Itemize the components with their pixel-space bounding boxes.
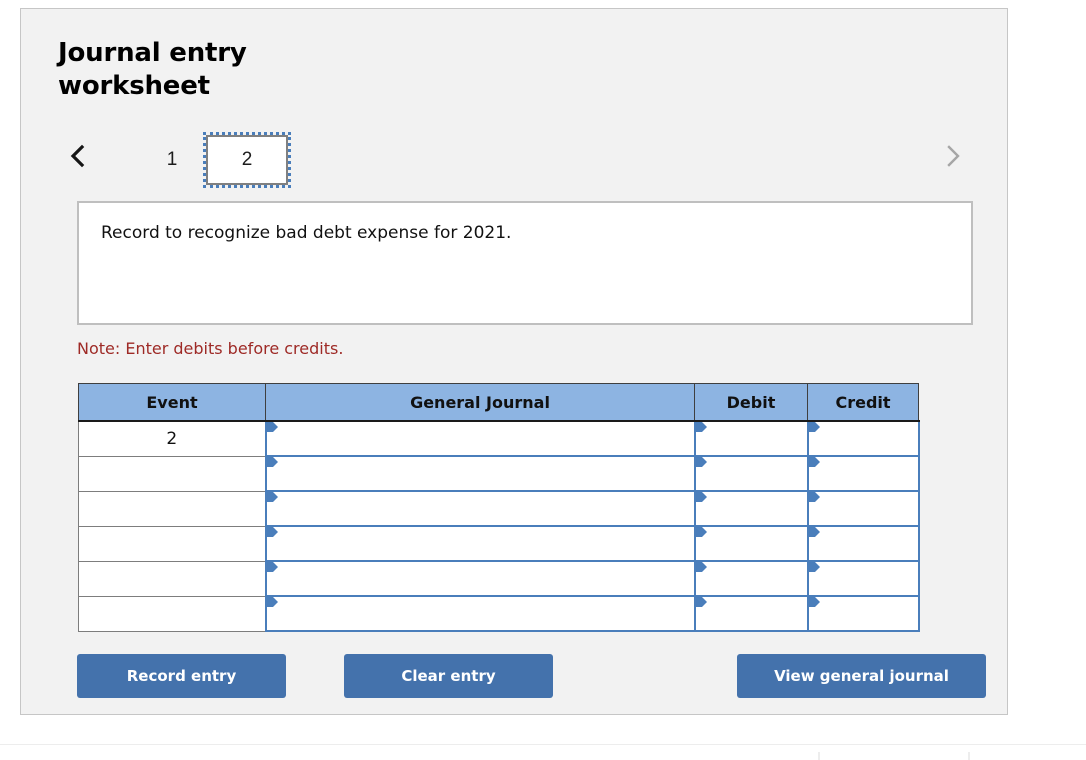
next-page-button[interactable] (933, 129, 973, 185)
dropdown-triangle-icon (695, 597, 708, 608)
cell-event (78, 490, 266, 527)
dropdown-triangle-icon (266, 562, 279, 573)
footer-tick-mark (968, 752, 970, 760)
column-header-credit: Credit (807, 383, 919, 422)
cell-credit-input[interactable] (806, 525, 920, 562)
tab-worksheet-2-label: 2 (241, 149, 253, 170)
table-row (78, 490, 920, 527)
dropdown-triangle-icon (695, 422, 708, 433)
dropdown-triangle-icon (695, 492, 708, 503)
cell-general-journal-select[interactable] (264, 560, 696, 597)
table-row: 2 (78, 420, 920, 457)
table-row (78, 455, 920, 492)
cell-event (78, 560, 266, 597)
column-header-event: Event (78, 383, 266, 422)
cell-debit-input[interactable] (693, 560, 809, 597)
cell-debit-input[interactable] (693, 490, 809, 527)
cell-debit-input[interactable] (693, 420, 809, 457)
dropdown-triangle-icon (808, 562, 821, 573)
cell-credit-input[interactable] (806, 420, 920, 457)
column-header-debit: Debit (694, 383, 808, 422)
worksheet-pager: 1 2 (58, 129, 973, 189)
cell-credit-input[interactable] (806, 595, 920, 632)
dropdown-triangle-icon (808, 422, 821, 433)
transaction-description-text: Record to recognize bad debt expense for… (101, 223, 512, 243)
chevron-left-icon (67, 143, 89, 172)
dropdown-triangle-icon (695, 527, 708, 538)
dropdown-triangle-icon (266, 597, 279, 608)
cell-general-journal-select[interactable] (264, 595, 696, 632)
view-general-journal-button[interactable]: View general journal (737, 654, 986, 698)
cell-credit-input[interactable] (806, 455, 920, 492)
cell-event (78, 595, 266, 632)
clear-entry-button[interactable]: Clear entry (344, 654, 553, 698)
column-header-general-journal: General Journal (265, 383, 695, 422)
cell-general-journal-select[interactable] (264, 490, 696, 527)
dropdown-triangle-icon (266, 422, 279, 433)
cell-debit-input[interactable] (693, 525, 809, 562)
page-title: Journal entry worksheet (58, 38, 247, 101)
dropdown-triangle-icon (266, 492, 279, 503)
cell-general-journal-select[interactable] (264, 420, 696, 457)
tab-worksheet-1-label: 1 (166, 149, 178, 170)
footer-tick-mark (818, 752, 820, 760)
dropdown-triangle-icon (266, 527, 279, 538)
record-entry-button[interactable]: Record entry (77, 654, 286, 698)
cell-credit-input[interactable] (806, 560, 920, 597)
journal-entry-table: Event General Journal Debit Credit 2 (78, 383, 920, 632)
cell-credit-input[interactable] (806, 490, 920, 527)
dropdown-triangle-icon (808, 457, 821, 468)
dropdown-triangle-icon (266, 457, 279, 468)
cell-event (78, 525, 266, 562)
dropdown-triangle-icon (695, 562, 708, 573)
tab-worksheet-1[interactable]: 1 (144, 135, 200, 185)
journal-table-head: Event General Journal Debit Credit (78, 383, 919, 422)
dropdown-triangle-icon (808, 492, 821, 503)
previous-page-button[interactable] (58, 129, 98, 185)
tab-worksheet-2[interactable]: 2 (203, 132, 291, 188)
dropdown-triangle-icon (808, 527, 821, 538)
dropdown-triangle-icon (808, 597, 821, 608)
cell-general-journal-select[interactable] (264, 525, 696, 562)
footer-divider (0, 744, 1086, 745)
chevron-right-icon (942, 143, 964, 172)
journal-table-body: 2 (78, 420, 920, 632)
cell-event: 2 (78, 420, 266, 457)
journal-table-header-row: Event General Journal Debit Credit (78, 383, 919, 422)
table-row (78, 525, 920, 562)
table-row (78, 595, 920, 632)
cell-debit-input[interactable] (693, 455, 809, 492)
debits-before-credits-note: Note: Enter debits before credits. (77, 339, 344, 358)
cell-debit-input[interactable] (693, 595, 809, 632)
cell-general-journal-select[interactable] (264, 455, 696, 492)
journal-entry-panel: Journal entry worksheet 1 2 Record to re… (20, 8, 1008, 715)
cell-event (78, 455, 266, 492)
table-row (78, 560, 920, 597)
dropdown-triangle-icon (695, 457, 708, 468)
transaction-description-box: Record to recognize bad debt expense for… (77, 201, 973, 325)
